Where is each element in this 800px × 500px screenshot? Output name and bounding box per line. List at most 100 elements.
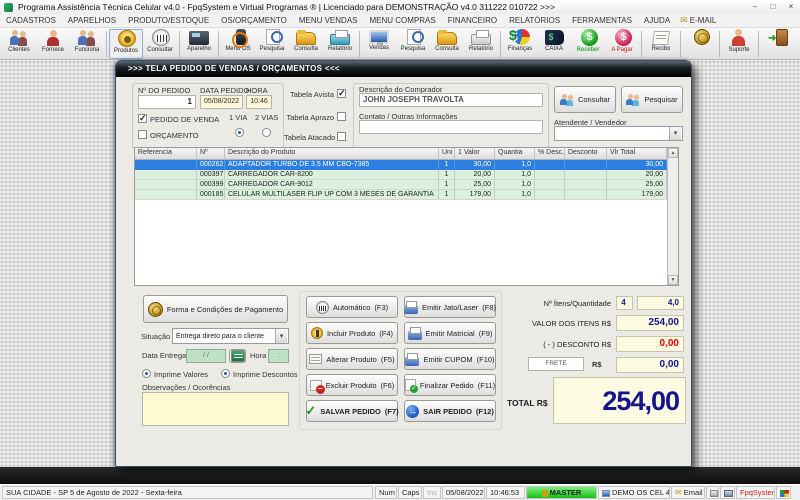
table-row[interactable]: 000185 CELULAR MULTILASER FLIP UP COM 3 … [135, 190, 667, 200]
table-atacado-label: Tabela Atacado [284, 133, 336, 142]
total-label: TOTAL R$ [507, 398, 548, 408]
menu-relatorios[interactable]: RELATÓRIOS [503, 16, 566, 25]
table-aprazo-checkbox[interactable] [337, 112, 346, 121]
toolbar-produtos[interactable]: Produtos [109, 29, 143, 59]
toolbar-financas[interactable]: Finanças [503, 27, 537, 59]
toolbar-vendas[interactable]: Vendas [362, 29, 396, 59]
toolbar-suporte[interactable]: Suporte [722, 29, 756, 59]
via1-radio[interactable] [235, 128, 244, 137]
minimize-button[interactable]: – [746, 1, 764, 13]
toolbar-relatorio-vendas[interactable]: Relatório [464, 29, 498, 59]
toolbar-pesquisa-vendas[interactable]: Pesquisa [396, 29, 430, 59]
receivable-icon [581, 29, 598, 46]
status-email[interactable]: ✉ Email [671, 486, 705, 499]
statusbar: SUA CIDADE - SP 5 de Agosto de 2022 - Se… [0, 484, 800, 500]
menu-financeiro[interactable]: FINANCEIRO [442, 16, 503, 25]
table-row[interactable]: 000399 CARREGADOR CAR-9012 1 25,00 1,0 2… [135, 180, 667, 190]
menu-os-orcamento[interactable]: OS/ORÇAMENTO [215, 16, 293, 25]
calendar-button[interactable] [229, 349, 246, 363]
toolbar-consulta-vendas[interactable]: Consulta [430, 29, 464, 59]
print-matrix-button[interactable]: Emitir Matricial (F9) [404, 322, 496, 344]
status-network[interactable] [720, 486, 735, 499]
add-product-button[interactable]: Incluir Produto (F4) [306, 322, 398, 344]
toolbar-receber[interactable]: Receber [571, 29, 605, 59]
exit-order-button[interactable]: → SAIR PEDIDO (F12) [404, 400, 496, 422]
print-discounts-radio[interactable] [221, 369, 230, 378]
maximize-button[interactable]: □ [764, 1, 782, 13]
items-qty-field: 4,0 [637, 296, 684, 310]
printer-icon [330, 30, 350, 45]
toolbar-aparelho[interactable]: Aparelho [182, 29, 216, 59]
menu-aparelhos[interactable]: APARELHOS [62, 16, 122, 25]
toolbar-a-pagar[interactable]: A Pagar [605, 29, 639, 59]
toolbar-clientes[interactable]: Clientes [2, 29, 36, 59]
table-row[interactable]: 000397 CARREGADOR CAR-8200 1 20,00 1,0 2… [135, 170, 667, 180]
attendant-dropdown[interactable] [554, 126, 683, 141]
order-time-field[interactable]: 10:46 [246, 95, 272, 109]
order-time-label: HORA [246, 86, 268, 95]
toolbar-sair[interactable] [761, 29, 795, 59]
table-scrollbar[interactable]: ▲ ▼ [667, 148, 678, 285]
table-row[interactable]: 000262 ADAPTADOR TURBO DE 3.5 MM CBO-738… [135, 160, 667, 170]
toolbar-recibo[interactable]: Recibo [644, 29, 678, 59]
toolbar-fornecedor[interactable]: Fornece [36, 29, 70, 59]
menu-compras[interactable]: MENU COMPRAS [364, 16, 442, 25]
toolbar-consulta-os[interactable]: Consulta [289, 29, 323, 59]
sale-order-checkbox[interactable] [138, 113, 147, 124]
freight-type-field[interactable]: FRETE [528, 357, 584, 371]
print-inkjet-button[interactable]: Emitir Jato/Laser (F8) [403, 296, 496, 318]
close-button[interactable]: × [782, 1, 800, 13]
dialog-titlebar[interactable]: >>> TELA PEDIDO DE VENDAS / ORÇAMENTOS <… [116, 61, 691, 77]
folder-icon [296, 30, 316, 45]
finalize-order-button[interactable]: Finalizar Pedido(F11) [404, 374, 496, 396]
menu-email[interactable]: E-MAIL [690, 16, 723, 25]
order-number-field[interactable]: 1 [138, 95, 196, 109]
delivery-date-field[interactable]: / / [186, 349, 226, 363]
consult-button[interactable]: Consultar [554, 86, 616, 113]
delete-product-button[interactable]: Excluir Produto(F6) [306, 374, 398, 396]
status-user-badge: MASTER [526, 486, 597, 499]
menu-ajuda[interactable]: AJUDA [638, 16, 676, 25]
edit-product-button[interactable]: Alterar Produto (F5) [306, 348, 398, 370]
toolbar-menu-os[interactable]: Menu OS [221, 29, 255, 59]
toolbar-funcionario[interactable]: Funciona [70, 29, 104, 59]
print-values-radio[interactable] [142, 369, 151, 378]
check-icon: ✓ [305, 403, 317, 418]
print-coupon-button[interactable]: Emitir CUPOM (F10) [404, 348, 496, 370]
automatic-button[interactable]: Automático (F3) [306, 296, 398, 318]
menu-vendas[interactable]: MENU VENDAS [293, 16, 364, 25]
buyer-desc-field[interactable]: JOHN JOSEPH TRAVOLTA [359, 93, 543, 107]
situation-dropdown[interactable]: Entrega direto para o cliente [172, 328, 289, 344]
buyer-contact-field[interactable] [359, 120, 543, 134]
menu-ferramentas[interactable]: FERRAMENTAS [566, 16, 638, 25]
toolbar-moeda[interactable] [683, 29, 717, 59]
save-order-button[interactable]: ✓ SALVAR PEDIDO (F7) [305, 400, 399, 422]
items-value-field: 254,00 [616, 315, 684, 331]
toolbar-pesquisa-os[interactable]: Pesquisa [255, 29, 289, 59]
status-printer[interactable] [706, 486, 719, 499]
table-atacado-checkbox[interactable] [337, 132, 346, 141]
order-date-field[interactable]: 05/08/2022 [200, 95, 243, 109]
payment-terms-button[interactable]: Forma e Condições de Pagamento [143, 295, 288, 323]
scroll-down-icon[interactable]: ▼ [668, 275, 678, 285]
delivery-time-field[interactable]: : [268, 349, 289, 363]
table-avista-checkbox[interactable] [337, 88, 346, 99]
menu-produto-estoque[interactable]: PRODUTO/ESTOQUE [122, 16, 215, 25]
discount-field[interactable]: 0,00 [616, 336, 684, 352]
freight-field[interactable]: 0,00 [616, 357, 684, 373]
scroll-up-icon[interactable]: ▲ [668, 148, 678, 158]
observations-textarea[interactable] [142, 392, 289, 426]
coin-icon [693, 29, 710, 45]
toolbar-relatorio-os[interactable]: Relatório [323, 29, 357, 59]
quote-checkbox[interactable] [138, 130, 147, 139]
table-aprazo-label: Tabela Aprazo [286, 113, 334, 122]
menu-cadastros[interactable]: CADASTROS [0, 16, 62, 25]
supplier-icon [42, 29, 64, 46]
search-button[interactable]: Pesquisar [621, 86, 683, 113]
window-title: Programa Assistência Técnica Celular v4.… [18, 2, 555, 12]
via2-radio[interactable] [262, 128, 271, 137]
toolbar-consultar[interactable]: Consultar [143, 29, 177, 59]
document-check-icon [404, 379, 418, 393]
toolbar-caixa[interactable]: CAIXA [537, 29, 571, 59]
via1-label: 1 VIA [229, 113, 248, 122]
